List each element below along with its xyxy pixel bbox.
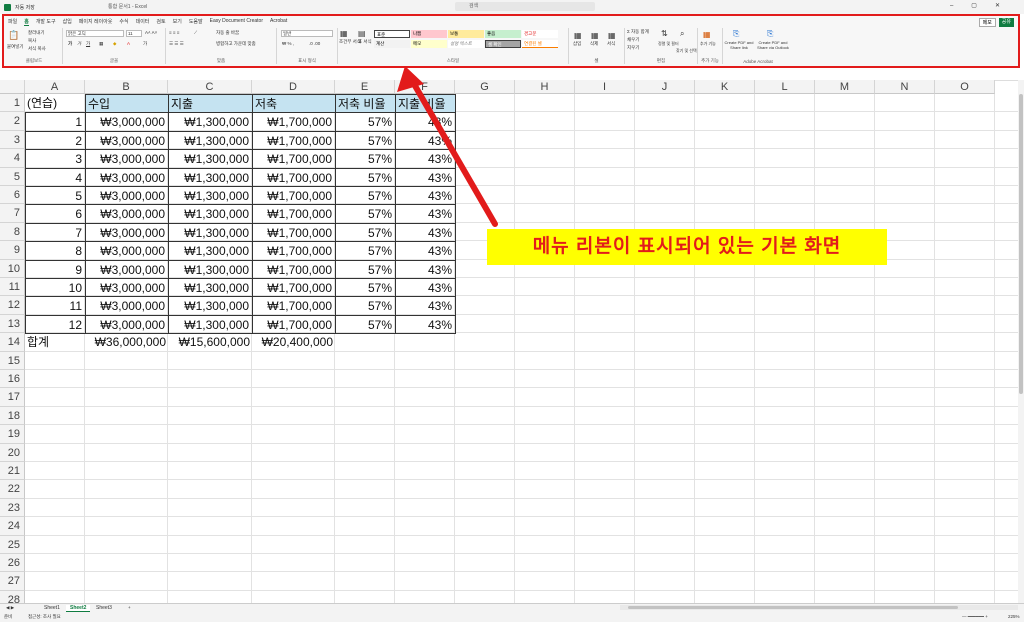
zoom-level[interactable]: 225% bbox=[1008, 614, 1020, 619]
sheet-tab[interactable]: Sheet1 bbox=[40, 605, 64, 611]
status-ready: 준비 bbox=[4, 614, 13, 619]
vertical-scrollbar[interactable] bbox=[1018, 80, 1024, 603]
callout-arrow bbox=[397, 66, 498, 227]
vertical-scroll-thumb[interactable] bbox=[1019, 94, 1023, 394]
sheet-nav-icon[interactable]: ◀ ▶ bbox=[6, 605, 14, 611]
accessibility-status[interactable]: 접근성: 조사 필요 bbox=[28, 614, 61, 620]
arrow-head bbox=[397, 66, 424, 92]
add-sheet-icon[interactable]: + bbox=[128, 605, 131, 610]
horizontal-scrollbar[interactable] bbox=[620, 605, 1018, 610]
zoom-slider[interactable]: — ━━━━━━ + bbox=[962, 614, 988, 620]
sheet-tab[interactable]: Sheet2 bbox=[66, 605, 91, 612]
arrow-line bbox=[411, 81, 498, 227]
status-bar: 준비 접근성: 조사 필요 — ━━━━━━ + 225% bbox=[0, 613, 1024, 622]
horizontal-scroll-thumb[interactable] bbox=[628, 606, 958, 609]
sheet-tab[interactable]: Sheet3 bbox=[92, 605, 116, 611]
callout-label: 메뉴 리본이 표시되어 있는 기본 화면 bbox=[487, 229, 887, 265]
